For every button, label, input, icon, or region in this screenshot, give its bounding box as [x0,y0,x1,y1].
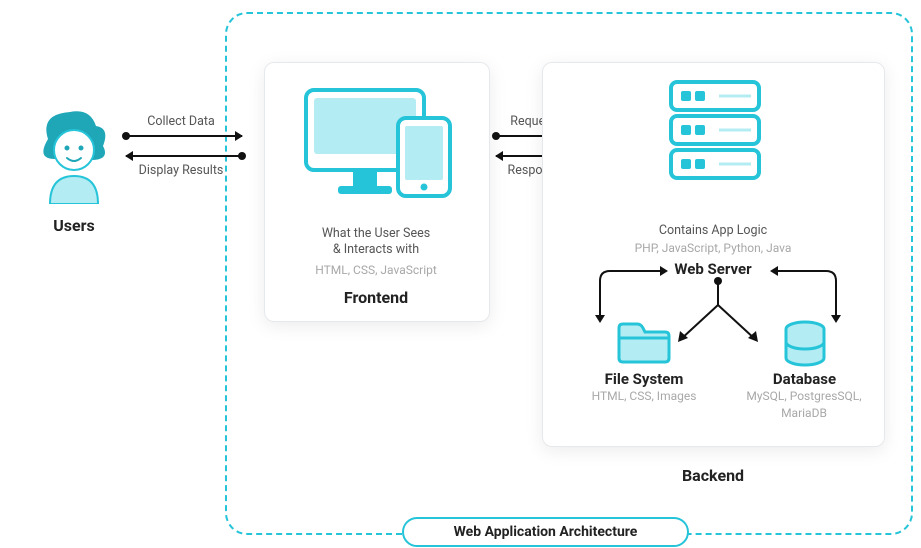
database-label: Database [732,370,877,388]
file-system-tech: HTML, CSS, Images [569,388,719,405]
database-tech: MySQL, PostgresSQL, MariaDB [728,388,880,422]
file-system-label: File System [569,370,719,388]
users-label: Users [30,216,118,235]
frontend-desc-1: What the User Sees [276,225,476,243]
arrow-users-to-frontend [126,135,242,137]
arrow-frontend-to-users [126,155,242,157]
backend-desc: Contains App Logic [600,222,826,240]
user-avatar-icon [30,104,118,204]
backend-server-tech: PHP, JavaScript, Python, Java [600,240,826,257]
frontend-tech: HTML, CSS, JavaScript [276,262,476,279]
frontend-desc-2: & Interacts with [276,241,476,259]
architecture-title: Web Application Architecture [402,517,689,547]
arrow-label-display: Display Results [126,162,236,180]
frontend-label: Frontend [276,288,476,307]
database-icon [780,320,830,368]
folder-icon [615,320,673,366]
devices-icon [298,84,456,204]
arrow-label-collect: Collect Data [132,113,230,131]
server-icon [665,76,765,186]
backend-label: Backend [600,466,826,485]
